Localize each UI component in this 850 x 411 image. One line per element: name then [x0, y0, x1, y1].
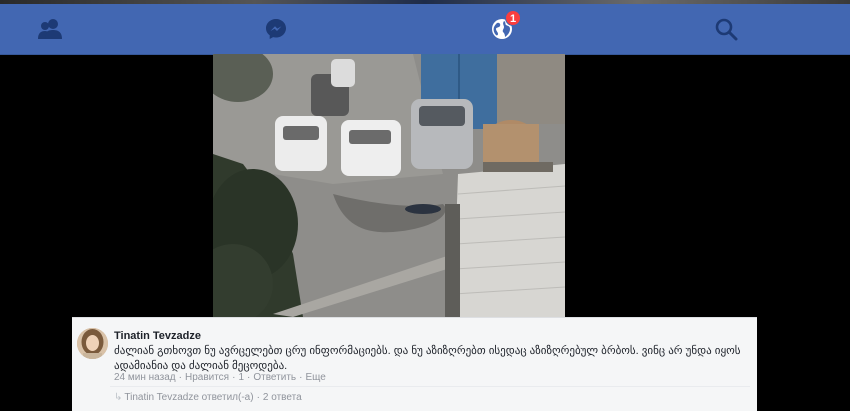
comment-text: ძალიან გთხოვთ ნუ ავრცელებთ ცრუ ინფორმაცი…	[114, 345, 741, 372]
comment-author[interactable]: Tinatin Tevzadze	[114, 330, 201, 342]
comment-meta: 24 мин назад · Нравится · 1 · Ответить · Еще	[114, 372, 326, 383]
like-link[interactable]: Нравится	[185, 372, 229, 383]
reply-link[interactable]: Ответить	[253, 372, 296, 383]
more-link[interactable]: Еще	[305, 372, 325, 383]
messenger-button[interactable]	[246, 4, 306, 54]
messenger-icon	[266, 19, 286, 39]
photo-parking-lot	[213, 54, 565, 317]
top-navbar: 1	[0, 4, 850, 55]
friends-button[interactable]	[20, 4, 80, 54]
search-button[interactable]	[696, 4, 756, 54]
replies-summary[interactable]: ↳ Tinatin Tevzadze ответил(-а) · 2 ответа	[110, 386, 750, 404]
reply-arrow-icon: ↳	[114, 392, 123, 403]
replies-count: 2 ответа	[262, 392, 302, 403]
friends-icon	[38, 19, 62, 39]
notifications-button[interactable]: 1	[472, 4, 532, 54]
post-photo[interactable]	[213, 54, 565, 317]
search-icon	[715, 18, 738, 41]
replies-author: Tinatin Tevzadze ответил(-а)	[124, 392, 254, 403]
avatar-photo	[77, 328, 108, 359]
avatar[interactable]	[77, 328, 108, 359]
comment-time[interactable]: 24 мин назад	[114, 372, 176, 383]
notification-badge: 1	[505, 10, 521, 26]
reaction-count[interactable]: 1	[238, 372, 244, 383]
comment: Tinatin Tevzadze ძალიან გთხოვთ ნუ ავრცელ…	[72, 317, 757, 411]
